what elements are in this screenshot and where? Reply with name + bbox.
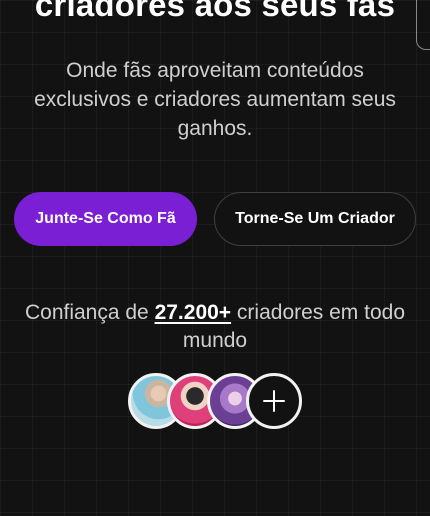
trust-prefix: Confiança de bbox=[24, 301, 149, 324]
trust-statement: Confiança de 27.200+ criadores em todo m… bbox=[10, 299, 420, 355]
join-as-fan-label: Junte-Se Como Fã bbox=[35, 210, 176, 227]
become-creator-label: Torne-Se Um Criador bbox=[235, 210, 395, 227]
hero-headline: criadores aos seus fãs bbox=[34, 0, 396, 23]
plus-icon bbox=[263, 390, 285, 412]
more-creators-button[interactable] bbox=[246, 373, 302, 429]
scrollbar-thumb[interactable] bbox=[416, 0, 430, 50]
creator-count: 27.200+ bbox=[154, 301, 232, 324]
join-as-fan-button[interactable]: Junte-Se Como Fã bbox=[14, 192, 197, 246]
become-creator-button[interactable]: Torne-Se Um Criador bbox=[214, 192, 416, 246]
hero-subtitle: Onde fãs aproveitam conteúdos exclusivos… bbox=[34, 59, 396, 140]
creator-avatars bbox=[128, 373, 308, 433]
